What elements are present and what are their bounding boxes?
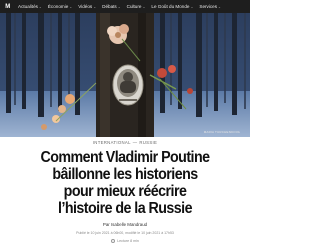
subsection-link[interactable]: RUSSIE bbox=[139, 140, 157, 145]
clock-icon bbox=[111, 239, 116, 243]
nav-item-label: Actualités bbox=[18, 4, 38, 9]
nav-item-label: Vidéos bbox=[78, 4, 93, 9]
nav-item-le-gout-du-monde[interactable]: Le Goût du Monde ⌄ bbox=[151, 4, 193, 9]
hero-photo: MARIA TURCHENKOVA bbox=[0, 13, 250, 137]
article-title: Comment Vladimir Poutine bâillonne les h… bbox=[38, 149, 213, 217]
nav-item-label: Culture bbox=[126, 4, 142, 9]
nav-item-label: Services bbox=[199, 4, 218, 9]
nav-item-videos[interactable]: Vidéos ⌄ bbox=[78, 4, 96, 9]
nav-item-label: Le Goût du Monde bbox=[151, 4, 190, 9]
title-line: bâillonne les historiens bbox=[52, 166, 198, 183]
article-kicker: INTERNATIONAL — RUSSIE bbox=[0, 140, 250, 145]
reading-time-label: Lecture 8 min bbox=[117, 239, 139, 243]
nav-item-services[interactable]: Services ⌄ bbox=[199, 4, 221, 9]
nav-item-label: Économie bbox=[47, 4, 69, 9]
section-link[interactable]: INTERNATIONAL bbox=[93, 140, 131, 145]
article-byline[interactable]: Par Isabelle Mandraud bbox=[0, 222, 250, 227]
title-line: Comment Vladimir Poutine bbox=[40, 149, 211, 166]
nav-item-culture[interactable]: Culture ⌄ bbox=[127, 4, 146, 9]
publication-meta: Publié le 10 juin 2021 à 06h00, modifié … bbox=[76, 231, 174, 235]
reading-time: Lecture 8 min bbox=[0, 239, 250, 243]
chevron-down-icon: ⌄ bbox=[93, 4, 97, 9]
forest-memorial-illustration bbox=[0, 13, 250, 137]
site-logo[interactable]: M bbox=[3, 3, 12, 11]
nav-item-label: Débats bbox=[102, 4, 117, 9]
kicker-separator: — bbox=[132, 140, 138, 145]
nav-item-economie[interactable]: Économie ⌄ bbox=[48, 4, 72, 9]
chevron-down-icon: ⌄ bbox=[190, 4, 194, 9]
title-line: pour mieux réécrire bbox=[63, 183, 187, 200]
chevron-down-icon: ⌄ bbox=[142, 4, 146, 9]
photo-credit: MARIA TURCHENKOVA bbox=[203, 130, 240, 134]
chevron-down-icon: ⌄ bbox=[218, 4, 221, 9]
top-navigation-bar: M Actualités ⌄ Économie ⌄ Vidéos ⌄ Débat… bbox=[0, 0, 250, 13]
title-line: l’histoire de la Russie bbox=[58, 200, 192, 217]
chevron-down-icon: ⌄ bbox=[38, 4, 42, 9]
chevron-down-icon: ⌄ bbox=[69, 4, 73, 9]
nav-item-actualites[interactable]: Actualités ⌄ bbox=[18, 4, 42, 9]
chevron-down-icon: ⌄ bbox=[117, 4, 121, 9]
nav-item-debats[interactable]: Débats ⌄ bbox=[102, 4, 121, 9]
